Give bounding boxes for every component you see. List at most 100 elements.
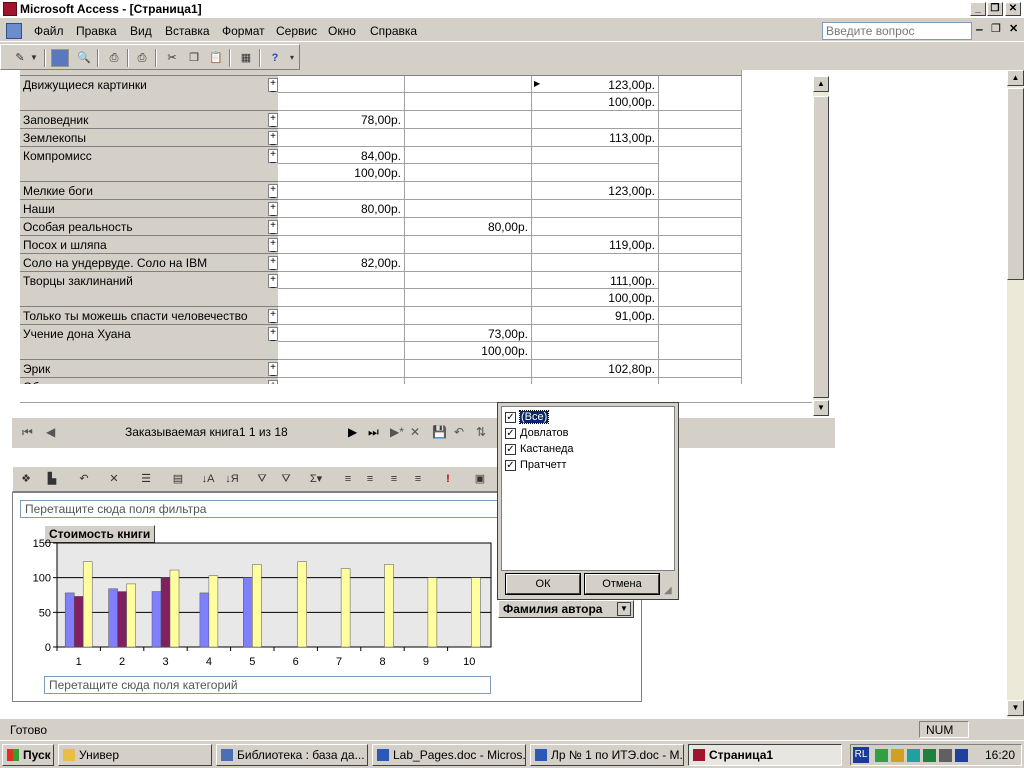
- menu-edit[interactable]: Правка: [76, 24, 117, 38]
- show-top-icon[interactable]: ⛛: [277, 470, 295, 488]
- first-record-icon[interactable]: ⏮: [22, 425, 33, 440]
- task-library[interactable]: Библиотека : база да...: [216, 744, 368, 766]
- page-vertical-scrollbar[interactable]: ▲ ▼: [1007, 70, 1024, 718]
- property-toolbox-icon[interactable]: ☰: [137, 470, 155, 488]
- expand-collapse-icon[interactable]: +−: [268, 238, 278, 258]
- row-header[interactable]: Заповедник: [20, 111, 278, 129]
- refresh-icon[interactable]: !: [439, 470, 457, 488]
- undo-icon[interactable]: ↶: [75, 470, 93, 488]
- filter-drop-zone[interactable]: Перетащите сюда поля фильтра: [20, 500, 500, 518]
- expand-collapse-icon[interactable]: +−: [268, 184, 278, 204]
- help-icon[interactable]: ?: [266, 49, 284, 67]
- row-header[interactable]: Особая реальность: [20, 218, 278, 236]
- series-field-button[interactable]: Фамилия автора ▼: [498, 600, 634, 618]
- data-cell[interactable]: 100,00р.: [278, 164, 405, 182]
- data-cell[interactable]: [278, 325, 405, 342]
- data-cell[interactable]: [405, 289, 532, 307]
- task-lab-pages[interactable]: Lab_Pages.doc - Micros...: [372, 744, 526, 766]
- menu-insert[interactable]: Вставка: [165, 24, 210, 38]
- category-drop-zone[interactable]: Перетащите сюда поля категорий: [44, 676, 491, 694]
- undo-record-icon[interactable]: ↶: [454, 425, 464, 439]
- collapse-icon[interactable]: ≡: [385, 470, 403, 488]
- data-cell[interactable]: [532, 164, 659, 182]
- row-header[interactable]: Землекопы: [20, 129, 278, 147]
- expand-collapse-icon[interactable]: +−: [268, 220, 278, 240]
- restore-button[interactable]: ❐: [987, 2, 1003, 16]
- view-dropdown-icon[interactable]: ▼: [29, 49, 39, 67]
- expand-collapse-icon[interactable]: +−: [268, 274, 278, 294]
- data-cell[interactable]: [278, 342, 405, 360]
- data-cell[interactable]: [405, 200, 532, 218]
- scroll-up-button[interactable]: ▲: [813, 76, 829, 92]
- data-cell[interactable]: [278, 93, 405, 111]
- row-header[interactable]: Учение дона Хуана: [20, 325, 278, 360]
- start-button[interactable]: Пуск: [2, 744, 54, 766]
- filter-item-castaneda[interactable]: Кастанеда: [520, 443, 574, 455]
- expand-collapse-icon[interactable]: +−: [268, 327, 278, 347]
- row-header[interactable]: Компромисс: [20, 147, 278, 182]
- data-cell[interactable]: 113,00р.: [532, 129, 659, 147]
- autosum-icon[interactable]: Σ▾: [307, 470, 325, 488]
- data-cell[interactable]: [405, 307, 532, 325]
- data-cell[interactable]: [278, 289, 405, 307]
- tray-volume-icon[interactable]: [939, 749, 952, 762]
- expand-collapse-icon[interactable]: +−: [268, 202, 278, 222]
- hide-details-icon[interactable]: ≡: [409, 470, 427, 488]
- data-cell[interactable]: [532, 342, 659, 360]
- data-cell[interactable]: [405, 129, 532, 147]
- data-cell[interactable]: 119,00р.: [532, 236, 659, 254]
- data-cell[interactable]: 123,00р.: [532, 76, 659, 93]
- delete-record-icon[interactable]: ✕: [410, 425, 420, 439]
- row-header[interactable]: Соло на ундервуде. Соло на IBM: [20, 254, 278, 272]
- data-cell[interactable]: [278, 76, 405, 93]
- data-cell[interactable]: 73,00р.: [405, 325, 532, 342]
- page-scroll-up-button[interactable]: ▲: [1007, 70, 1024, 86]
- autofilter-icon[interactable]: ⛛: [253, 470, 271, 488]
- tray-network-icon[interactable]: [875, 749, 888, 762]
- tray-messenger-icon[interactable]: [891, 749, 904, 762]
- data-cell[interactable]: [405, 93, 532, 111]
- page-scroll-down-button[interactable]: ▼: [1007, 700, 1024, 716]
- data-cell[interactable]: [405, 111, 532, 129]
- office-logo-icon[interactable]: ❖: [17, 470, 35, 488]
- data-cell[interactable]: 100,00р.: [532, 93, 659, 111]
- filter-item-pratchett[interactable]: Пратчетт: [520, 459, 567, 471]
- menu-format[interactable]: Формат: [222, 24, 265, 38]
- data-cell[interactable]: [278, 182, 405, 200]
- menu-help[interactable]: Справка: [370, 24, 417, 38]
- chart-type-icon[interactable]: ▙: [43, 470, 61, 488]
- data-cell[interactable]: 100,00р.: [532, 289, 659, 307]
- task-univer[interactable]: Универ: [58, 744, 212, 766]
- data-cell[interactable]: [532, 111, 659, 129]
- cancel-button[interactable]: Отмена: [584, 573, 660, 595]
- data-cell[interactable]: 78,00р.: [278, 111, 405, 129]
- calc-total-icon[interactable]: ≡: [339, 470, 357, 488]
- task-lr1[interactable]: Лр № 1 по ИТЭ.doc - М...: [530, 744, 684, 766]
- database-window-icon[interactable]: ▦: [237, 49, 255, 67]
- scroll-down-button[interactable]: ▼: [813, 400, 829, 416]
- data-cell[interactable]: [278, 218, 405, 236]
- page-scroll-thumb[interactable]: [1007, 88, 1024, 280]
- tray-antivirus-icon[interactable]: [907, 749, 920, 762]
- next-record-icon[interactable]: ▶: [348, 425, 357, 439]
- prev-record-icon[interactable]: ◀: [46, 425, 55, 439]
- delete-icon[interactable]: ✕: [105, 470, 123, 488]
- menu-tools[interactable]: Сервис: [276, 24, 317, 38]
- data-cell[interactable]: 91,00р.: [532, 307, 659, 325]
- expand-collapse-icon[interactable]: +−: [268, 149, 278, 169]
- search-icon[interactable]: 🔍: [75, 49, 93, 67]
- expand-icon[interactable]: ≡: [361, 470, 379, 488]
- row-header[interactable]: Посох и шляпа: [20, 236, 278, 254]
- data-cell[interactable]: [405, 360, 532, 378]
- data-cell[interactable]: [532, 218, 659, 236]
- document-menu-icon[interactable]: [6, 23, 22, 39]
- data-cell[interactable]: 102,80р.: [532, 360, 659, 378]
- row-header[interactable]: Творцы заклинаний: [20, 272, 278, 307]
- data-cell[interactable]: 80,00р.: [405, 218, 532, 236]
- filter-item-all[interactable]: (Все): [518, 410, 550, 424]
- design-view-icon[interactable]: ✎: [11, 49, 29, 67]
- copy-icon[interactable]: ❐: [185, 49, 203, 67]
- checkbox-all[interactable]: ✓: [505, 412, 516, 423]
- expand-collapse-icon[interactable]: +−: [268, 362, 278, 382]
- row-header[interactable]: Только ты можешь спасти человечество: [20, 307, 278, 325]
